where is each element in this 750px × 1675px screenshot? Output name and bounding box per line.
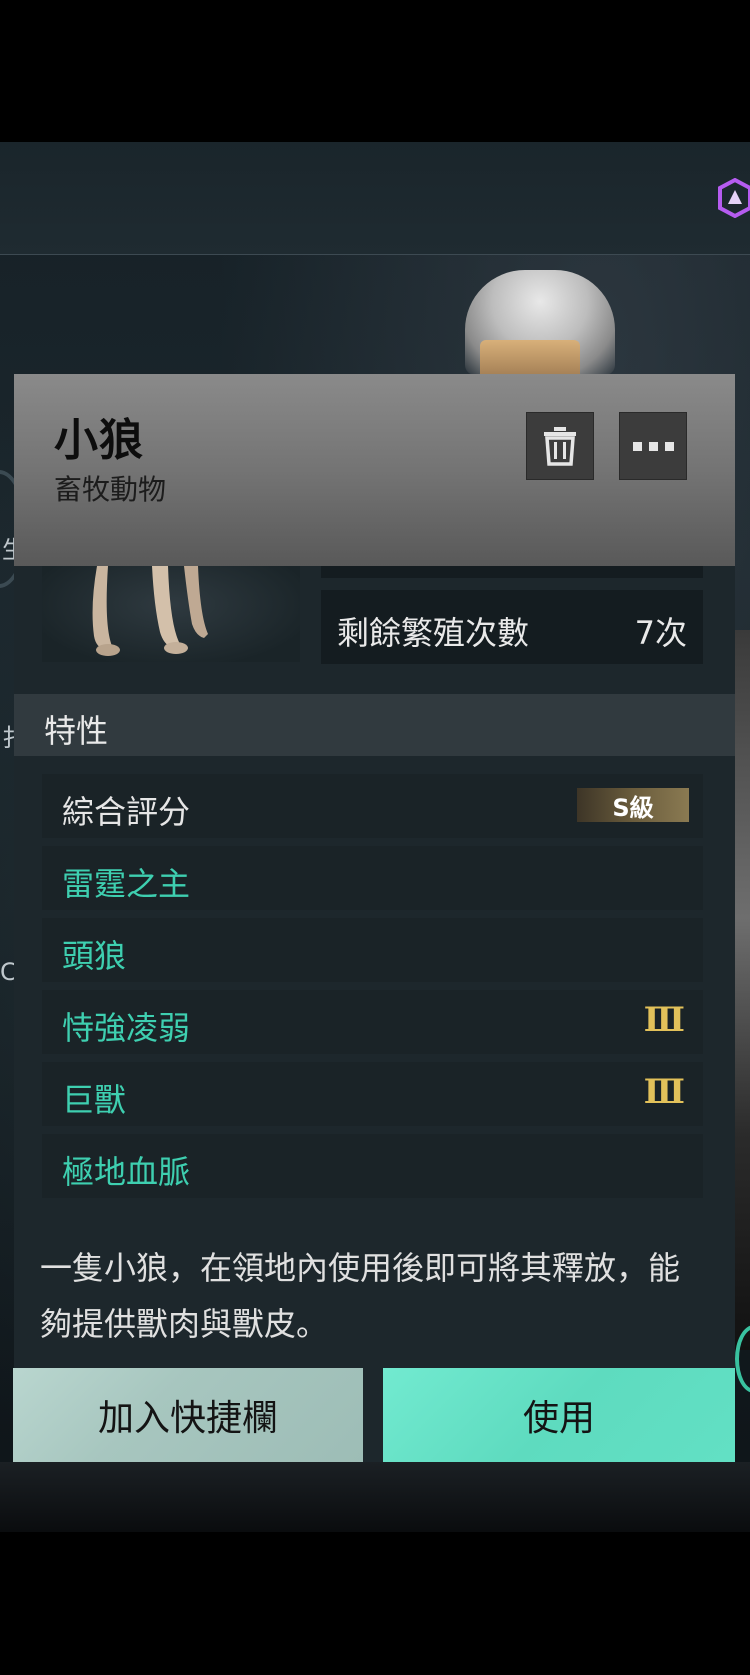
item-description: 一隻小狼，在領地內使用後即可將其釋放，能夠提供獸肉與獸皮。 bbox=[40, 1249, 681, 1343]
trait-row[interactable]: 極地血脈 bbox=[42, 1134, 703, 1198]
breeding-count-row: 剩餘繁殖次數 7次 bbox=[321, 590, 703, 664]
item-thumbnail bbox=[42, 566, 300, 662]
use-button[interactable]: 使用 bbox=[383, 1368, 735, 1462]
trait-level: Ⅲ bbox=[643, 1072, 685, 1112]
trait-level: Ⅲ bbox=[643, 1000, 685, 1040]
hexagon-icon[interactable] bbox=[718, 178, 750, 218]
game-top-bar bbox=[0, 142, 750, 255]
item-type: 畜牧動物 bbox=[54, 473, 167, 506]
trait-label: 雷霆之主 bbox=[62, 865, 191, 903]
breeding-count-value: 7次 bbox=[634, 614, 687, 652]
game-bottom-area bbox=[0, 1462, 750, 1532]
trait-row[interactable]: 雷霆之主 bbox=[42, 846, 703, 910]
breeding-count-label: 剩餘繁殖次數 bbox=[337, 614, 530, 652]
item-header: 小狼 畜牧動物 bbox=[14, 374, 735, 566]
screen: 生 扌 C 小狼 畜牧動物 bbox=[0, 0, 750, 1675]
more-options-button[interactable] bbox=[619, 412, 687, 480]
trait-row[interactable]: 巨獸 Ⅲ bbox=[42, 1062, 703, 1126]
traits-section-header: 特性 bbox=[14, 694, 735, 756]
trait-row[interactable]: 恃強凌弱 Ⅲ bbox=[42, 990, 703, 1054]
overall-grade-badge: S級 bbox=[577, 788, 689, 822]
overall-rating-row[interactable]: 綜合評分 S級 bbox=[42, 774, 703, 838]
delete-button[interactable] bbox=[526, 412, 594, 480]
add-to-quickbar-button[interactable]: 加入快捷欄 bbox=[13, 1368, 363, 1462]
stat-row-hidden bbox=[321, 566, 703, 578]
trait-label: 頭狼 bbox=[62, 937, 127, 975]
trash-icon bbox=[544, 427, 576, 466]
item-name: 小狼 bbox=[54, 415, 144, 466]
trait-label: 巨獸 bbox=[62, 1081, 127, 1119]
more-dots-icon bbox=[632, 441, 674, 451]
trait-row[interactable]: 頭狼 bbox=[42, 918, 703, 982]
right-edge-decoration bbox=[735, 630, 750, 1350]
overall-rating-label: 綜合評分 bbox=[62, 793, 191, 831]
traits-section-title: 特性 bbox=[44, 712, 109, 750]
trait-label: 極地血脈 bbox=[62, 1153, 191, 1191]
trait-label: 恃強凌弱 bbox=[62, 1009, 191, 1047]
wolf-legs-image bbox=[92, 566, 208, 656]
